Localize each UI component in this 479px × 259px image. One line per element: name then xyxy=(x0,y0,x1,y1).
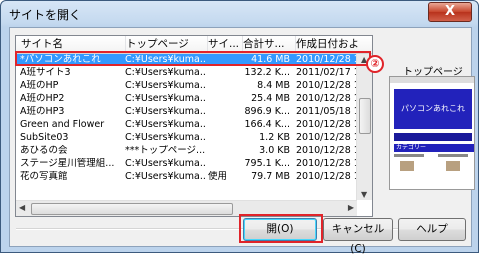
close-button[interactable]: X xyxy=(428,2,472,22)
table-row[interactable]: SubSite03 C:¥Users¥kuma... 1.2 KB 2010/12/2… xyxy=(16,132,356,144)
table-cell: ***トップページ... xyxy=(125,145,205,156)
table-row[interactable]: A班のHP C:¥Users¥kuma... 8.4 MB 2010/12/28 1 xyxy=(16,80,356,92)
top-page-preview: パソコンあれこれ カテゴリー xyxy=(389,76,475,190)
cancel-button[interactable]: キャンセル(C) xyxy=(323,218,393,255)
preview-category: カテゴリー xyxy=(394,144,474,152)
table-cell: Green and Flower xyxy=(20,119,105,130)
dialog-client: サイト名 トップページ サイ... 合計サ... 作成日付およ *パソコンあれこ… xyxy=(9,27,475,255)
table-row[interactable]: Green and Flower C:¥Users¥kuma... 166.4 K.… xyxy=(16,119,356,131)
table-cell: C:¥Users¥kuma... xyxy=(125,93,205,104)
table-cell: C:¥Users¥kuma... xyxy=(125,80,205,91)
vertical-scrollbar[interactable]: ▲ ▼ xyxy=(356,54,372,200)
table-cell: SubSite03 xyxy=(20,132,69,143)
table-cell: 2010/12/28 1 xyxy=(296,80,356,91)
preview-image xyxy=(446,161,460,171)
open-site-dialog: サイトを開く X サイト名 トップページ サイ... 合計サ... 作成日付およ… xyxy=(0,0,479,255)
table-row[interactable]: A班のHP3 C:¥Users¥kuma... 896.9 K... 2011/05/… xyxy=(16,106,356,118)
table-cell: 1.2 KB xyxy=(259,132,290,143)
table-cell: 166.4 K... xyxy=(244,119,290,130)
table-cell: 2010/12/28 1 xyxy=(296,93,356,104)
table-cell: 2011/02/17 1 xyxy=(296,67,356,78)
table-row[interactable]: ステージ星川管理組... C:¥Users¥kuma... 795.1 K... 20… xyxy=(16,158,356,170)
table-cell: 2010/12/28 1 xyxy=(296,158,356,169)
table-cell: 2011/05/18 1 xyxy=(296,106,356,117)
scroll-left-icon[interactable]: ◀ xyxy=(19,203,25,212)
table-cell: A班のHP3 xyxy=(20,106,65,117)
preview-banner: パソコンあれこれ xyxy=(394,89,472,129)
table-cell: 2010/12/28 1 xyxy=(296,132,356,143)
table-cell: A班のHP xyxy=(20,80,59,91)
table-cell: 79.7 MB xyxy=(251,171,290,182)
table-cell: C:¥Users¥kuma... xyxy=(125,67,205,78)
table-cell: 2010/12/28 1 xyxy=(296,171,356,182)
table-cell: C:¥Users¥kuma... xyxy=(125,119,205,130)
preview-text-line xyxy=(438,154,468,157)
table-cell: 花の写真館 xyxy=(20,171,68,182)
preview-header-strip xyxy=(390,77,474,83)
table-row[interactable]: 花の写真館 C:¥Users¥kuma... 使用 79.7 MB 2010/12/28… xyxy=(16,171,356,183)
title-bar: サイトを開く X xyxy=(1,1,478,27)
vertical-scroll-thumb[interactable] xyxy=(359,98,371,134)
preview-text-line xyxy=(394,154,424,157)
table-cell: あひるの会 xyxy=(20,145,68,156)
table-cell: 795.1 K... xyxy=(244,158,290,169)
dialog-title: サイトを開く xyxy=(9,8,82,22)
table-cell: C:¥Users¥kuma... xyxy=(125,106,205,117)
preview-nav-bar xyxy=(394,133,472,141)
scroll-right-icon[interactable]: ▶ xyxy=(348,203,354,212)
table-cell: 8.4 MB xyxy=(257,80,290,91)
table-cell: 896.9 K... xyxy=(244,106,290,117)
preview-image xyxy=(400,161,414,171)
table-cell: 2010/12/28 1 xyxy=(296,145,356,156)
table-row[interactable]: A班サイト3 C:¥Users¥kuma... 132.2 K... 2011/02/… xyxy=(16,67,356,79)
table-cell: 3.0 KB xyxy=(259,145,290,156)
table-cell: 使用 xyxy=(208,171,228,182)
open-button[interactable]: 開(O) xyxy=(243,218,317,241)
help-button[interactable]: ヘルプ xyxy=(398,218,466,241)
table-cell: A班のHP2 xyxy=(20,93,65,104)
horizontal-scroll-thumb[interactable] xyxy=(31,203,233,215)
table-row[interactable]: A班のHP2 C:¥Users¥kuma... 25.4 MB 2010/12/28 … xyxy=(16,93,356,105)
table-cell: 2010/12/28 1 xyxy=(296,119,356,130)
table-cell: 25.4 MB xyxy=(251,93,290,104)
table-cell: C:¥Users¥kuma... xyxy=(125,132,205,143)
table-cell: A班サイト3 xyxy=(20,67,71,78)
scroll-down-icon[interactable]: ▼ xyxy=(361,190,367,199)
table-cell: ステージ星川管理組... xyxy=(20,158,115,169)
table-row[interactable]: あひるの会 ***トップページ... 3.0 KB 2010/12/28 1 xyxy=(16,145,356,157)
table-cell: C:¥Users¥kuma... xyxy=(125,171,205,182)
table-cell: C:¥Users¥kuma... xyxy=(125,158,205,169)
selected-row-highlight xyxy=(15,51,371,66)
step-marker: ② xyxy=(366,55,384,73)
table-cell: 132.2 K... xyxy=(244,67,290,78)
